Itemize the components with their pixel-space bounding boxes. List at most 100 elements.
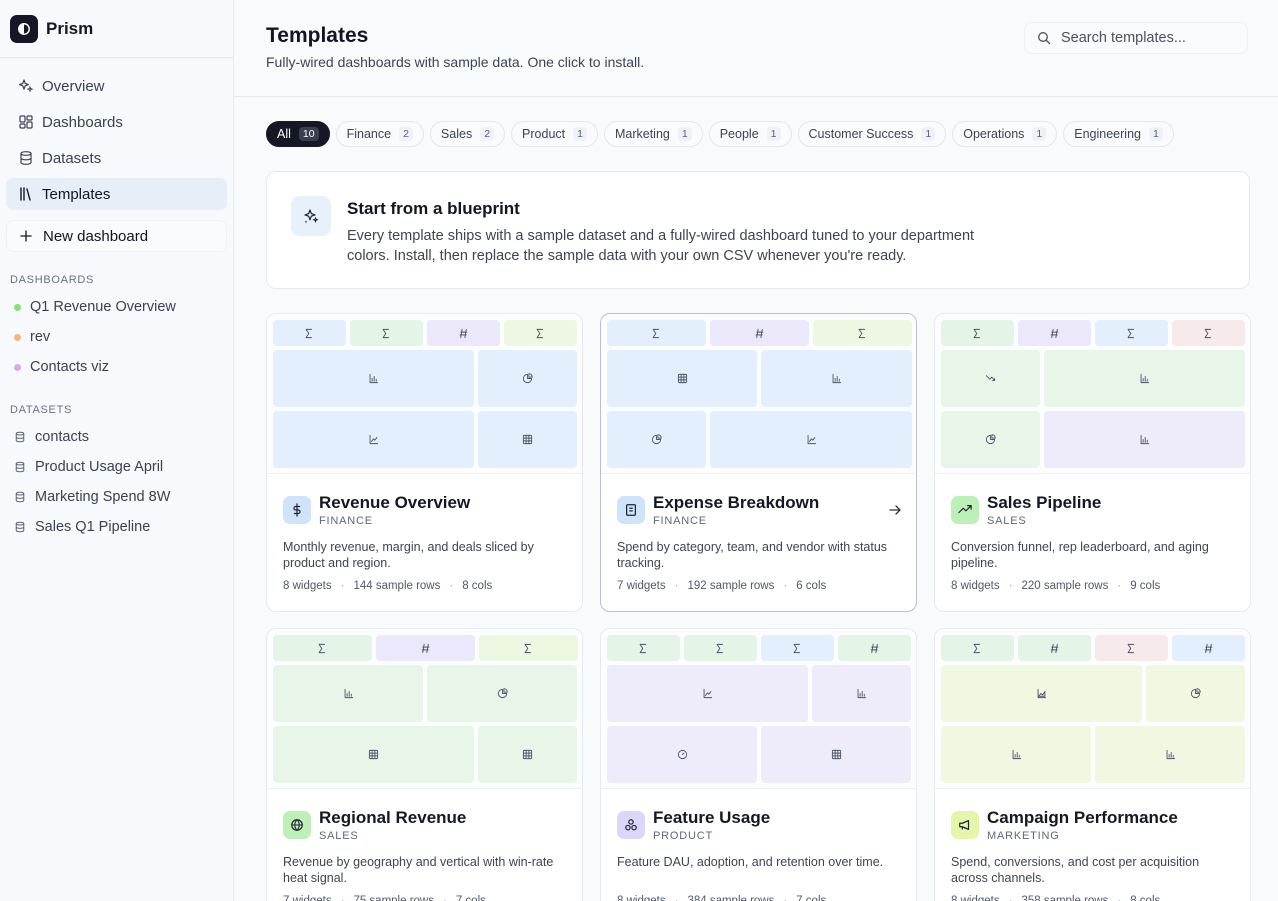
sigma-icon [793, 643, 801, 653]
preview-widget [607, 635, 680, 661]
template-description: Spend by category, team, and vendor with… [617, 540, 888, 570]
filter-chip-label: Operations [963, 127, 1025, 141]
preview-widget [273, 350, 474, 407]
arrow-right-icon[interactable] [888, 503, 902, 517]
line-chart-icon [703, 688, 713, 699]
filter-chip-operations[interactable]: Operations 1 [952, 121, 1058, 147]
meta-separator: · [449, 580, 454, 592]
search-box[interactable] [1024, 22, 1248, 54]
bar-chart-icon [344, 688, 353, 699]
nav-item-label: Templates [42, 185, 111, 203]
search-input[interactable] [1061, 30, 1231, 46]
page-subtitle: Fully-wired dashboards with sample data.… [266, 54, 645, 70]
dashboard-item-q1-revenue[interactable]: Q1 Revenue Overview [0, 292, 233, 322]
bar-chart-icon [1140, 373, 1150, 384]
filter-chip-label: People [719, 127, 759, 141]
dashboards-list: Q1 Revenue Overview rev Contacts viz [0, 292, 233, 382]
brand: Prism [0, 0, 233, 58]
page-header: Templates Fully-wired dashboards with sa… [234, 0, 1278, 97]
meta-separator: · [783, 895, 788, 901]
sigma-icon [652, 328, 660, 338]
bar-chart-icon [857, 688, 867, 699]
filter-chip-count: 10 [298, 127, 319, 141]
filter-chip-count: 1 [766, 127, 781, 141]
filter-chip-finance[interactable]: Finance 2 [335, 121, 424, 147]
blueprint-title: Start from a blueprint [347, 199, 520, 218]
preview-widget [941, 320, 1014, 346]
dashboard-item-contacts-viz[interactable]: Contacts viz [0, 352, 233, 382]
dataset-item-marketing-spend[interactable]: Marketing Spend 8W [0, 482, 233, 512]
nav-item-datasets[interactable]: Datasets [6, 142, 227, 174]
preview-widget [479, 635, 578, 661]
nav-item-templates[interactable]: Templates [6, 178, 227, 210]
dataset-item-product-usage[interactable]: Product Usage April [0, 452, 233, 482]
column-count: 8 cols [1130, 895, 1161, 901]
dashboard-icon [19, 115, 33, 129]
filter-chip-sales[interactable]: Sales 2 [429, 121, 506, 147]
preview-widget [941, 726, 1091, 783]
shapes-icon [617, 811, 645, 839]
preview-widget [1172, 635, 1245, 661]
dataset-item-label: Product Usage April [35, 459, 164, 475]
preview-widget [376, 635, 475, 661]
dataset-item-label: contacts [35, 429, 89, 445]
template-title: Campaign Performance [987, 808, 1178, 827]
filter-chip-product[interactable]: Product 1 [511, 121, 598, 147]
preview-widget [838, 635, 911, 661]
template-meta: 8 widgets · 144 sample rows · 8 cols [283, 580, 492, 592]
bar-chart-icon [1012, 749, 1021, 760]
preview-widget [273, 411, 474, 468]
filter-chip-count: 1 [1032, 127, 1047, 141]
preview-widget [273, 320, 346, 346]
column-count: 7 cols [796, 895, 827, 901]
preview-widget [941, 635, 1014, 661]
filter-chip-label: Product [522, 127, 566, 141]
preview-widget [427, 320, 500, 346]
table-icon [677, 373, 687, 384]
widget-count: 7 widgets [617, 580, 666, 592]
category-filters: All 10 Finance 2 Sales 2 Product 1 Marketing 1 Peo… [266, 121, 1174, 147]
nav-item-label: Datasets [42, 149, 102, 167]
filter-chip-label: All [277, 127, 291, 141]
sigma-icon [524, 643, 532, 653]
preview-widget [1018, 635, 1091, 661]
nav-item-dashboards[interactable]: Dashboards [6, 106, 227, 138]
template-category: FINANCE [319, 515, 373, 527]
preview-widget [1172, 320, 1245, 346]
table-icon [522, 434, 533, 445]
template-card-expense-breakdown[interactable]: Expense Breakdown FINANCE Spend by categor… [600, 313, 917, 612]
dataset-item-contacts[interactable]: contacts [0, 422, 233, 452]
filter-chip-customer-success[interactable]: Customer Success 1 [797, 121, 947, 147]
dataset-item-sales-pipeline[interactable]: Sales Q1 Pipeline [0, 512, 233, 542]
template-card-revenue-overview[interactable]: Revenue Overview FINANCE Monthly revenue, … [266, 313, 583, 612]
preview-widget [607, 350, 757, 407]
database-icon [15, 461, 25, 473]
preview-widget [684, 635, 757, 661]
sigma-icon [1127, 328, 1135, 338]
filter-chip-marketing[interactable]: Marketing 1 [603, 121, 703, 147]
preview-widget [478, 411, 577, 468]
new-dashboard-button[interactable]: New dashboard [6, 220, 227, 252]
preview-widget [761, 635, 834, 661]
preview-widget [1095, 726, 1245, 783]
preview-widget [273, 726, 474, 783]
prism-logo-icon[interactable] [10, 14, 38, 43]
nav-item-overview[interactable]: Overview [6, 70, 227, 102]
template-card-sales-pipeline[interactable]: Sales Pipeline SALES Conversion funnel, re… [934, 313, 1251, 612]
filter-chip-all[interactable]: All 10 [266, 121, 330, 147]
template-preview [267, 629, 582, 789]
column-count: 6 cols [796, 580, 827, 592]
template-card-regional-revenue[interactable]: Regional Revenue SALES Revenue by geograph… [266, 628, 583, 901]
filter-chip-people[interactable]: People 1 [708, 121, 792, 147]
dashboard-item-rev[interactable]: rev [0, 322, 233, 352]
preview-widget [273, 665, 423, 722]
column-count: 9 cols [1130, 580, 1161, 592]
template-meta: 8 widgets · 384 sample rows · 7 cols [617, 895, 826, 901]
filter-chip-engineering[interactable]: Engineering 1 [1063, 121, 1174, 147]
template-category: SALES [319, 830, 359, 842]
sigma-icon [858, 328, 866, 338]
template-card-feature-usage[interactable]: Feature Usage PRODUCT Feature DAU, adoptio… [600, 628, 917, 901]
meta-separator: · [674, 580, 679, 592]
template-card-campaign-performance[interactable]: Campaign Performance MARKETING Spend, conv… [934, 628, 1251, 901]
table-icon [831, 749, 841, 760]
